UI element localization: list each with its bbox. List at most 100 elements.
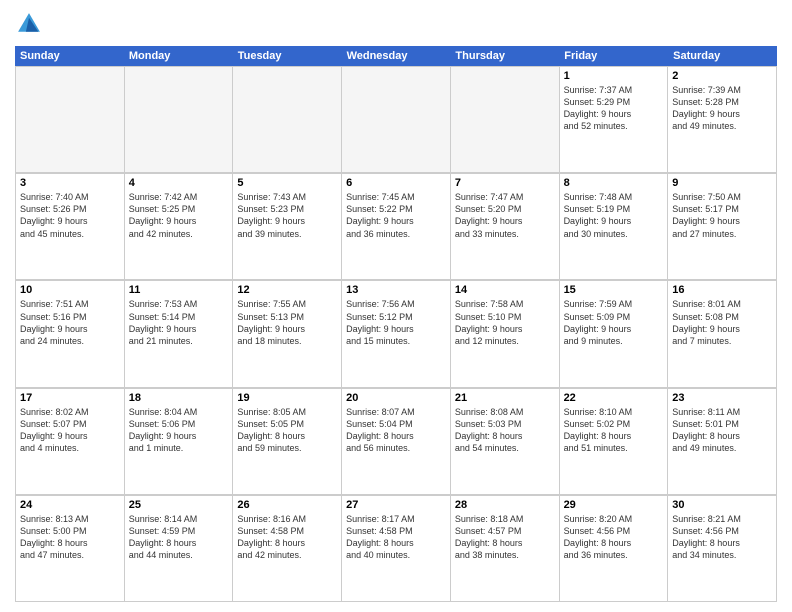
day-number: 24 bbox=[20, 499, 120, 511]
day-number: 18 bbox=[129, 392, 229, 404]
week-row-1: 1 Sunrise: 7:37 AM Sunset: 5:29 PM Daylig… bbox=[15, 66, 777, 173]
day-cell-28: 28 Sunrise: 8:18 AM Sunset: 4:57 PM Dayli… bbox=[451, 496, 560, 602]
day-info: Sunrise: 8:14 AM Sunset: 4:59 PM Dayligh… bbox=[129, 513, 229, 562]
day-info: Sunrise: 7:58 AM Sunset: 5:10 PM Dayligh… bbox=[455, 298, 555, 347]
day-number: 5 bbox=[237, 177, 337, 189]
calendar: SundayMondayTuesdayWednesdayThursdayFrid… bbox=[15, 46, 777, 602]
day-cell-2: 2Sunrise: 7:39 AM Sunset: 5:28 PM Daylig… bbox=[668, 67, 777, 173]
day-number: 20 bbox=[346, 392, 446, 404]
day-cell-15: 15 Sunrise: 7:59 AM Sunset: 5:09 PM Dayli… bbox=[560, 281, 669, 387]
day-info: Sunrise: 8:01 AM Sunset: 5:08 PM Dayligh… bbox=[672, 298, 772, 347]
day-cell-24: 24 Sunrise: 8:13 AM Sunset: 5:00 PM Dayli… bbox=[16, 496, 125, 602]
day-cell-6: 6 Sunrise: 7:45 AM Sunset: 5:22 PM Daylig… bbox=[342, 174, 451, 280]
day-cell-30: 30Sunrise: 8:21 AM Sunset: 4:56 PM Dayli… bbox=[668, 496, 777, 602]
day-info: Sunrise: 8:05 AM Sunset: 5:05 PM Dayligh… bbox=[237, 406, 337, 455]
day-info: Sunrise: 7:53 AM Sunset: 5:14 PM Dayligh… bbox=[129, 298, 229, 347]
day-info: Sunrise: 7:55 AM Sunset: 5:13 PM Dayligh… bbox=[237, 298, 337, 347]
day-number: 29 bbox=[564, 499, 664, 511]
day-number: 6 bbox=[346, 177, 446, 189]
day-number: 15 bbox=[564, 284, 664, 296]
day-info: Sunrise: 7:50 AM Sunset: 5:17 PM Dayligh… bbox=[672, 191, 772, 240]
day-info: Sunrise: 7:59 AM Sunset: 5:09 PM Dayligh… bbox=[564, 298, 664, 347]
day-info: Sunrise: 8:17 AM Sunset: 4:58 PM Dayligh… bbox=[346, 513, 446, 562]
day-number: 22 bbox=[564, 392, 664, 404]
empty-cell bbox=[16, 67, 125, 173]
logo-icon bbox=[15, 10, 43, 38]
week-row-4: 17 Sunrise: 8:02 AM Sunset: 5:07 PM Dayli… bbox=[15, 388, 777, 495]
header-day-friday: Friday bbox=[559, 46, 668, 66]
day-cell-10: 10Sunrise: 7:51 AM Sunset: 5:16 PM Dayli… bbox=[16, 281, 125, 387]
day-cell-19: 19 Sunrise: 8:05 AM Sunset: 5:05 PM Dayli… bbox=[233, 389, 342, 495]
day-cell-9: 9 Sunrise: 7:50 AM Sunset: 5:17 PM Daylig… bbox=[668, 174, 777, 280]
day-number: 1 bbox=[564, 70, 664, 82]
day-cell-21: 21 Sunrise: 8:08 AM Sunset: 5:03 PM Dayli… bbox=[451, 389, 560, 495]
day-info: Sunrise: 8:13 AM Sunset: 5:00 PM Dayligh… bbox=[20, 513, 120, 562]
header-day-tuesday: Tuesday bbox=[233, 46, 342, 66]
day-number: 25 bbox=[129, 499, 229, 511]
day-number: 3 bbox=[20, 177, 120, 189]
day-cell-25: 25 Sunrise: 8:14 AM Sunset: 4:59 PM Dayli… bbox=[125, 496, 234, 602]
day-cell-5: 5 Sunrise: 7:43 AM Sunset: 5:23 PM Daylig… bbox=[233, 174, 342, 280]
day-cell-12: 12 Sunrise: 7:55 AM Sunset: 5:13 PM Dayli… bbox=[233, 281, 342, 387]
day-number: 4 bbox=[129, 177, 229, 189]
day-cell-7: 7 Sunrise: 7:47 AM Sunset: 5:20 PM Daylig… bbox=[451, 174, 560, 280]
empty-cell bbox=[233, 67, 342, 173]
day-info: Sunrise: 8:18 AM Sunset: 4:57 PM Dayligh… bbox=[455, 513, 555, 562]
day-cell-17: 17 Sunrise: 8:02 AM Sunset: 5:07 PM Dayli… bbox=[16, 389, 125, 495]
day-number: 8 bbox=[564, 177, 664, 189]
day-number: 11 bbox=[129, 284, 229, 296]
day-number: 12 bbox=[237, 284, 337, 296]
day-info: Sunrise: 8:08 AM Sunset: 5:03 PM Dayligh… bbox=[455, 406, 555, 455]
day-cell-20: 20 Sunrise: 8:07 AM Sunset: 5:04 PM Dayli… bbox=[342, 389, 451, 495]
day-info: Sunrise: 7:39 AM Sunset: 5:28 PM Dayligh… bbox=[672, 84, 772, 133]
day-info: Sunrise: 8:16 AM Sunset: 4:58 PM Dayligh… bbox=[237, 513, 337, 562]
day-cell-26: 26 Sunrise: 8:16 AM Sunset: 4:58 PM Dayli… bbox=[233, 496, 342, 602]
day-number: 13 bbox=[346, 284, 446, 296]
day-cell-13: 13 Sunrise: 7:56 AM Sunset: 5:12 PM Dayli… bbox=[342, 281, 451, 387]
day-cell-27: 27 Sunrise: 8:17 AM Sunset: 4:58 PM Dayli… bbox=[342, 496, 451, 602]
header-day-wednesday: Wednesday bbox=[342, 46, 451, 66]
day-info: Sunrise: 7:42 AM Sunset: 5:25 PM Dayligh… bbox=[129, 191, 229, 240]
day-info: Sunrise: 8:11 AM Sunset: 5:01 PM Dayligh… bbox=[672, 406, 772, 455]
day-number: 7 bbox=[455, 177, 555, 189]
day-info: Sunrise: 8:07 AM Sunset: 5:04 PM Dayligh… bbox=[346, 406, 446, 455]
day-cell-29: 29 Sunrise: 8:20 AM Sunset: 4:56 PM Dayli… bbox=[560, 496, 669, 602]
day-info: Sunrise: 7:51 AM Sunset: 5:16 PM Dayligh… bbox=[20, 298, 120, 347]
day-info: Sunrise: 8:02 AM Sunset: 5:07 PM Dayligh… bbox=[20, 406, 120, 455]
header bbox=[15, 10, 777, 38]
calendar-header: SundayMondayTuesdayWednesdayThursdayFrid… bbox=[15, 46, 777, 66]
header-day-thursday: Thursday bbox=[450, 46, 559, 66]
day-info: Sunrise: 7:48 AM Sunset: 5:19 PM Dayligh… bbox=[564, 191, 664, 240]
day-cell-3: 3 Sunrise: 7:40 AM Sunset: 5:26 PM Daylig… bbox=[16, 174, 125, 280]
day-info: Sunrise: 7:47 AM Sunset: 5:20 PM Dayligh… bbox=[455, 191, 555, 240]
empty-cell bbox=[451, 67, 560, 173]
header-day-saturday: Saturday bbox=[668, 46, 777, 66]
day-number: 26 bbox=[237, 499, 337, 511]
day-cell-1: 1 Sunrise: 7:37 AM Sunset: 5:29 PM Daylig… bbox=[560, 67, 669, 173]
day-number: 21 bbox=[455, 392, 555, 404]
day-info: Sunrise: 7:43 AM Sunset: 5:23 PM Dayligh… bbox=[237, 191, 337, 240]
day-number: 19 bbox=[237, 392, 337, 404]
empty-cell bbox=[342, 67, 451, 173]
logo bbox=[15, 10, 47, 38]
week-row-5: 24 Sunrise: 8:13 AM Sunset: 5:00 PM Dayli… bbox=[15, 495, 777, 602]
day-cell-23: 23Sunrise: 8:11 AM Sunset: 5:01 PM Dayli… bbox=[668, 389, 777, 495]
day-number: 28 bbox=[455, 499, 555, 511]
day-cell-14: 14Sunrise: 7:58 AM Sunset: 5:10 PM Dayli… bbox=[451, 281, 560, 387]
empty-cell bbox=[125, 67, 234, 173]
day-info: Sunrise: 8:20 AM Sunset: 4:56 PM Dayligh… bbox=[564, 513, 664, 562]
day-info: Sunrise: 8:21 AM Sunset: 4:56 PM Dayligh… bbox=[672, 513, 772, 562]
day-cell-11: 11 Sunrise: 7:53 AM Sunset: 5:14 PM Dayli… bbox=[125, 281, 234, 387]
calendar-body: 1 Sunrise: 7:37 AM Sunset: 5:29 PM Daylig… bbox=[15, 66, 777, 602]
day-cell-16: 16Sunrise: 8:01 AM Sunset: 5:08 PM Dayli… bbox=[668, 281, 777, 387]
day-cell-18: 18Sunrise: 8:04 AM Sunset: 5:06 PM Dayli… bbox=[125, 389, 234, 495]
day-info: Sunrise: 7:56 AM Sunset: 5:12 PM Dayligh… bbox=[346, 298, 446, 347]
day-number: 27 bbox=[346, 499, 446, 511]
week-row-2: 3 Sunrise: 7:40 AM Sunset: 5:26 PM Daylig… bbox=[15, 173, 777, 280]
day-number: 17 bbox=[20, 392, 120, 404]
day-cell-4: 4 Sunrise: 7:42 AM Sunset: 5:25 PM Daylig… bbox=[125, 174, 234, 280]
day-info: Sunrise: 7:45 AM Sunset: 5:22 PM Dayligh… bbox=[346, 191, 446, 240]
day-info: Sunrise: 7:37 AM Sunset: 5:29 PM Dayligh… bbox=[564, 84, 664, 133]
day-number: 9 bbox=[672, 177, 772, 189]
day-info: Sunrise: 7:40 AM Sunset: 5:26 PM Dayligh… bbox=[20, 191, 120, 240]
